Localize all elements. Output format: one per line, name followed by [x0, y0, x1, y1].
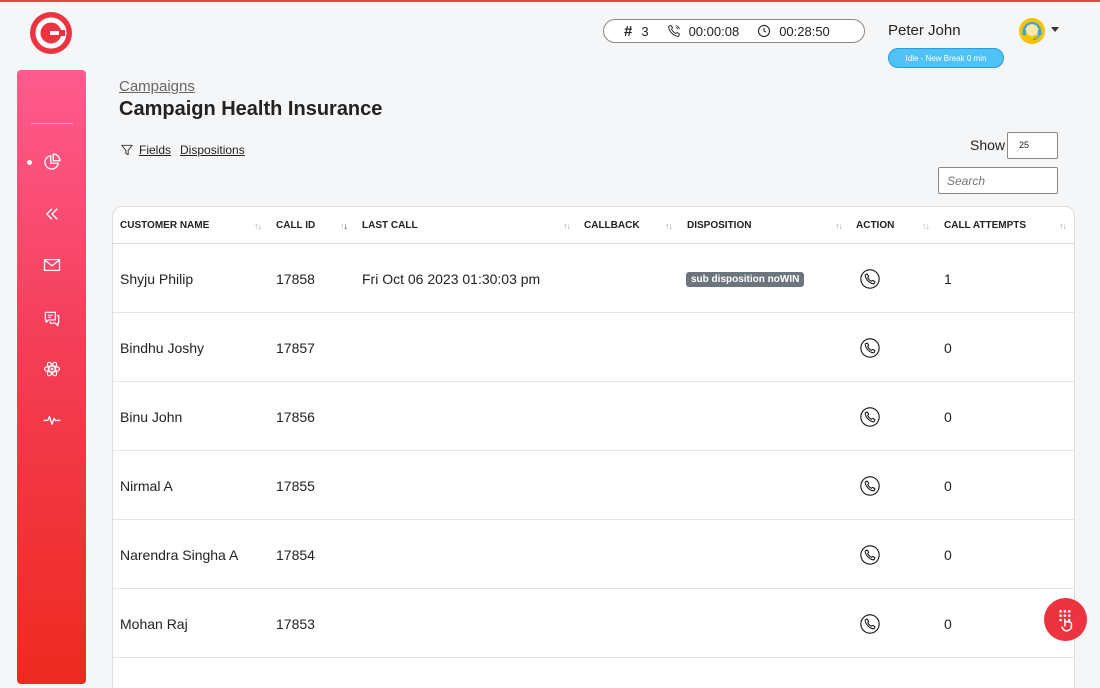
- page-size-label: Show: [970, 137, 1006, 153]
- call-id: 17856: [276, 409, 315, 425]
- mail-icon: [43, 258, 60, 272]
- call-id: 17855: [276, 478, 315, 494]
- sidebar-item-activity[interactable]: [17, 405, 86, 435]
- table-row[interactable]: Nirmal A 17855 0: [113, 451, 1074, 520]
- column-header-customer-name[interactable]: CUSTOMER NAME: [120, 220, 209, 231]
- page-title: Campaign Health Insurance: [119, 98, 383, 120]
- user-name: Peter John: [888, 22, 961, 39]
- filter-bar: Fields Dispositions: [120, 143, 254, 157]
- agent-headset-avatar[interactable]: [1018, 17, 1046, 45]
- atom-icon: [43, 361, 60, 377]
- sort-icon[interactable]: ↑↓: [254, 221, 262, 231]
- activity-icon: [43, 416, 60, 425]
- phone-icon: [667, 24, 680, 37]
- table-row[interactable]: Mohan Raj 17853 0: [113, 589, 1074, 658]
- app-logo[interactable]: [29, 11, 73, 55]
- session-timer-stat: 00:28:50: [757, 24, 830, 39]
- column-header-last-call[interactable]: LAST CALL: [362, 220, 418, 231]
- session-timer: 00:28:50: [779, 23, 830, 39]
- sort-icon[interactable]: ↑↓: [1059, 221, 1067, 231]
- double-chevron-left-icon: [45, 208, 58, 220]
- call-stats-pill: # 3 00:00:08 00:28:50: [603, 19, 865, 43]
- call-phone-icon[interactable]: [860, 545, 880, 565]
- customer-name: Shyju Philip: [120, 271, 194, 287]
- sort-icon[interactable]: ↑↓: [563, 221, 571, 231]
- table-row[interactable]: Binu John 17856 0: [113, 382, 1074, 451]
- call-id: 17858: [276, 271, 315, 287]
- call-phone-icon[interactable]: [860, 614, 880, 634]
- call-timer: 00:00:08: [688, 23, 740, 39]
- call-attempts: 0: [944, 478, 952, 494]
- customer-name: Binu John: [120, 409, 183, 425]
- dialpad-hand-icon: [1058, 609, 1072, 632]
- call-id: 17854: [276, 547, 315, 563]
- table-row[interactable]: Narendra Singha A 17854 0: [113, 520, 1074, 589]
- call-phone-icon[interactable]: [860, 407, 880, 427]
- sidebar-item-collapse[interactable]: [17, 199, 86, 229]
- fields-link[interactable]: Fields: [139, 143, 171, 157]
- column-header-call-attempts[interactable]: CALL ATTEMPTS: [944, 220, 1026, 231]
- table-row[interactable]: Bindhu Joshy 17857 0: [113, 313, 1074, 382]
- call-phone-icon[interactable]: [860, 476, 880, 496]
- call-phone-icon[interactable]: [860, 338, 880, 358]
- clock-icon: [758, 24, 771, 38]
- column-header-disposition[interactable]: DISPOSITION: [687, 220, 751, 231]
- sidebar-divider: [31, 123, 73, 124]
- queue-stat: # 3: [624, 23, 649, 40]
- sort-icon[interactable]: ↑↓: [340, 221, 348, 231]
- call-id: 17857: [276, 340, 315, 356]
- pie-chart-icon: [43, 153, 61, 170]
- customer-name: Nirmal A: [120, 478, 173, 494]
- hash-icon: #: [624, 22, 633, 40]
- dispositions-link[interactable]: Dispositions: [180, 143, 245, 157]
- campaign-contacts-table: CUSTOMER NAME ↑↓ CALL ID ↑↓ LAST CALL ↑↓…: [112, 206, 1075, 688]
- last-call: Fri Oct 06 2023 01:30:03 pm: [362, 271, 541, 287]
- sort-icon[interactable]: ↑↓: [665, 221, 673, 231]
- call-attempts: 1: [944, 271, 952, 287]
- call-id: 17853: [276, 616, 315, 632]
- filter-icon[interactable]: [120, 143, 134, 157]
- customer-name: Mohan Raj: [120, 616, 188, 632]
- sidebar-item-dashboard[interactable]: [17, 147, 86, 177]
- call-phone-icon[interactable]: [860, 269, 880, 289]
- dialpad-button[interactable]: [1044, 598, 1087, 641]
- user-menu-caret-icon[interactable]: [1051, 27, 1059, 32]
- call-attempts: 0: [944, 409, 952, 425]
- page-size-select[interactable]: 25: [1007, 132, 1058, 159]
- call-attempts: 0: [944, 616, 952, 632]
- queue-count: 3: [641, 23, 649, 39]
- sidebar-item-chat[interactable]: [17, 304, 86, 334]
- sort-icon[interactable]: ↑↓: [835, 221, 843, 231]
- top-accent-line: [0, 0, 1100, 2]
- active-indicator: [27, 160, 32, 165]
- chat-icon: [44, 311, 59, 327]
- call-timer-stat: 00:00:08: [667, 23, 740, 39]
- disposition-badge: sub disposition noWIN: [686, 272, 805, 287]
- sort-icon[interactable]: ↑↓: [922, 221, 930, 231]
- column-header-action[interactable]: ACTION: [856, 220, 894, 231]
- column-header-call-id[interactable]: CALL ID: [276, 220, 315, 231]
- call-attempts: 0: [944, 547, 952, 563]
- breadcrumb[interactable]: Campaigns: [119, 78, 195, 95]
- table-row[interactable]: Shyju Philip 17858 Fri Oct 06 2023 01:30…: [113, 244, 1074, 313]
- sidebar-item-integrations[interactable]: [17, 354, 86, 384]
- call-attempts: 0: [944, 340, 952, 356]
- sidebar-item-mail[interactable]: [17, 250, 86, 280]
- customer-name: Bindhu Joshy: [120, 340, 205, 356]
- search-input[interactable]: [938, 167, 1058, 194]
- customer-name: Narendra Singha A: [120, 547, 239, 563]
- column-header-callback[interactable]: CALLBACK: [584, 220, 640, 231]
- sidebar: [17, 70, 86, 684]
- status-badge[interactable]: Idle - New Break 0 min: [888, 48, 1004, 68]
- table-header: CUSTOMER NAME ↑↓ CALL ID ↑↓ LAST CALL ↑↓…: [113, 207, 1074, 244]
